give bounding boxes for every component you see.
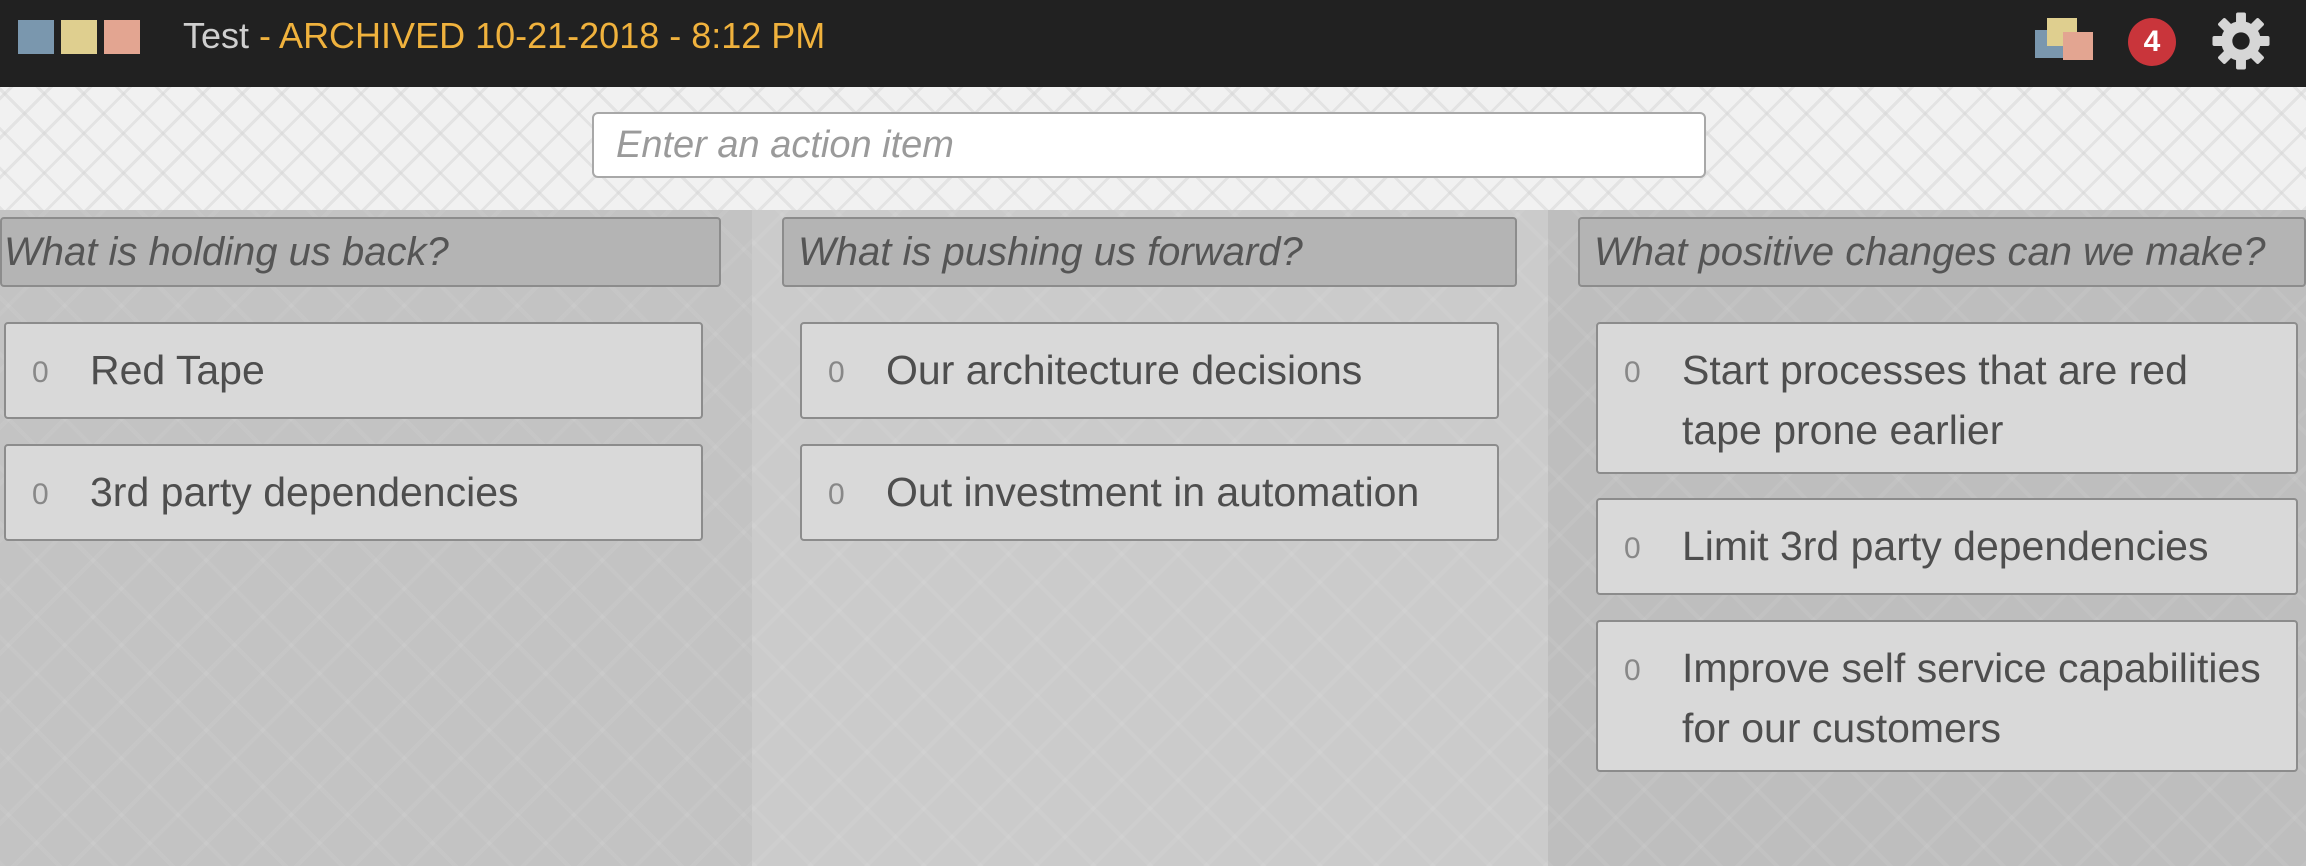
retro-item[interactable]: 0 Improve self service capabilities for … <box>1596 620 2298 772</box>
retro-item[interactable]: 0 Red Tape <box>4 322 703 419</box>
theme-swatch-yellow[interactable] <box>61 20 97 54</box>
gear-icon[interactable] <box>2210 10 2272 72</box>
board-title: Test - ARCHIVED 10-21-2018 - 8:12 PM <box>183 12 825 60</box>
retro-item[interactable]: 0 Limit 3rd party dependencies <box>1596 498 2298 595</box>
vote-count[interactable]: 0 <box>1624 532 1641 566</box>
theme-swatch-pink[interactable] <box>104 20 140 54</box>
vote-count[interactable]: 0 <box>1624 654 1641 688</box>
retro-item-text: Start processes that are red tape prone … <box>1682 347 2188 453</box>
column-pushing-forward: What is pushing us forward? 0 Our archit… <box>752 210 1548 866</box>
retro-item-text: Improve self service capabilities for ou… <box>1682 645 2261 751</box>
column-positive-changes: What positive changes can we make? 0 Sta… <box>1548 210 2306 866</box>
retro-item-text: Our architecture decisions <box>886 347 1363 393</box>
column-title-input[interactable]: What is holding us back? <box>0 217 721 287</box>
vote-count[interactable]: 0 <box>32 356 49 390</box>
retro-item[interactable]: 0 3rd party dependencies <box>4 444 703 541</box>
retro-item-text: Limit 3rd party dependencies <box>1682 523 2209 569</box>
retro-item-text: Red Tape <box>90 347 265 393</box>
vote-count[interactable]: 0 <box>828 478 845 512</box>
board-name: Test <box>183 15 250 56</box>
vote-count[interactable]: 0 <box>32 478 49 512</box>
retro-item-text: 3rd party dependencies <box>90 469 519 515</box>
archives-icon[interactable] <box>2033 16 2097 62</box>
retro-item[interactable]: 0 Out investment in automation <box>800 444 1499 541</box>
column-holding-back: What is holding us back? 0 Red Tape 0 3r… <box>0 210 752 866</box>
column-title-input[interactable]: What positive changes can we make? <box>1578 217 2306 287</box>
retro-item[interactable]: 0 Our architecture decisions <box>800 322 1499 419</box>
notification-badge[interactable]: 4 <box>2128 18 2176 66</box>
vote-count[interactable]: 0 <box>828 356 845 390</box>
top-bar: Test - ARCHIVED 10-21-2018 - 8:12 PM 4 <box>0 0 2306 87</box>
vote-count[interactable]: 0 <box>1624 356 1641 390</box>
theme-swatch-blue[interactable] <box>18 20 54 54</box>
column-title-input[interactable]: What is pushing us forward? <box>782 217 1517 287</box>
retro-item[interactable]: 0 Start processes that are red tape pron… <box>1596 322 2298 474</box>
action-item-input[interactable] <box>592 112 1706 178</box>
archived-label: - ARCHIVED 10-21-2018 - 8:12 PM <box>259 15 826 56</box>
retro-item-text: Out investment in automation <box>886 469 1420 515</box>
